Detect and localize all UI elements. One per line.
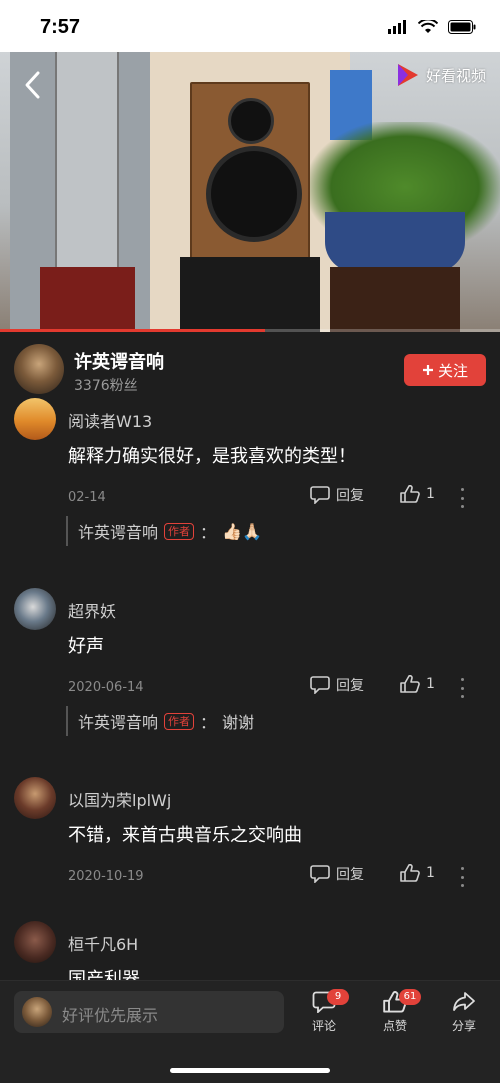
plus-icon [422, 365, 433, 375]
like-count: 1 [426, 865, 435, 881]
author-reply-name: 许英谔音响 [78, 523, 159, 542]
comments-button[interactable]: 9 评论 [294, 989, 354, 1034]
comment-date: 02-14 [68, 490, 106, 505]
commenter-avatar[interactable] [14, 588, 56, 630]
speaker-stand-image [180, 257, 320, 332]
author-reply-colon: ： [200, 523, 217, 542]
commenter-avatar[interactable] [14, 777, 56, 819]
wifi-icon [418, 20, 438, 33]
commenter-name[interactable]: 超界妖 [68, 598, 116, 622]
share-arrow-icon [453, 992, 475, 1011]
follow-label: 关注 [437, 361, 468, 380]
thumbs-up-icon [400, 485, 420, 503]
brand-name: 好看视频 [425, 66, 486, 85]
commenter-avatar[interactable] [14, 921, 56, 963]
author-badge: 作者 [164, 712, 195, 730]
status-icons [388, 20, 476, 34]
share-label: 分享 [451, 1019, 476, 1033]
comment-text: 解释力确实很好，是我喜欢的类型！ [68, 446, 356, 467]
comment-bubble-icon [310, 486, 330, 504]
reply-button[interactable]: 回复 [310, 864, 364, 884]
user-avatar [22, 997, 52, 1027]
speaker-image [190, 82, 310, 262]
like-button[interactable]: 1 [400, 485, 435, 503]
commenter-name[interactable]: 桓千凡6H [68, 931, 138, 955]
like-button[interactable]: 1 [400, 864, 435, 882]
comment-text: 好声 [68, 636, 104, 657]
comment-date: 2020-06-14 [68, 680, 144, 695]
like-video-button[interactable]: 61 点赞 [365, 989, 425, 1034]
reply-label: 回复 [336, 867, 364, 883]
author-reply-name: 许英谔音响 [78, 713, 159, 732]
thumbs-up-icon [400, 675, 420, 693]
author-reply-text: 👍🏻🙏🏻 [222, 521, 262, 541]
comment-bubble-icon [310, 865, 330, 883]
like-count: 1 [426, 676, 435, 692]
comment-count-badge: 9 [327, 989, 349, 1005]
thumbs-up-icon [400, 864, 420, 882]
home-indicator [170, 1068, 330, 1073]
commenter-name[interactable]: 以国为荣lplWj [68, 787, 171, 811]
reply-button[interactable]: 回复 [310, 485, 364, 505]
signal-icon [388, 20, 406, 34]
like-count-badge: 61 [399, 989, 421, 1005]
author-avatar[interactable] [14, 344, 64, 394]
more-options-icon[interactable] [458, 488, 466, 508]
brand-logo: 好看视频 [394, 62, 486, 88]
like-count: 1 [426, 486, 435, 502]
comment-bubble-icon [310, 676, 330, 694]
author-reply[interactable]: 许英谔音响 作者 ： 谢谢 [66, 706, 254, 736]
author-reply[interactable]: 许英谔音响 作者 ： 👍🏻🙏🏻 [66, 516, 262, 546]
woofer-image [206, 146, 302, 242]
status-time: 7:57 [40, 16, 81, 38]
follow-button[interactable]: 关注 [404, 354, 486, 386]
back-arrow-icon[interactable] [22, 70, 42, 100]
amplifier-image [55, 52, 119, 302]
comment-text: 不错，来首古典音乐之交响曲 [68, 825, 302, 846]
author-header: 许英谔音响 3376粉丝 关注 [0, 332, 500, 402]
share-button[interactable]: 分享 [434, 991, 494, 1034]
more-options-icon[interactable] [458, 678, 466, 698]
author-name[interactable]: 许英谔音响 [74, 348, 164, 374]
cd-cover-image [40, 267, 135, 332]
like-button[interactable]: 1 [400, 675, 435, 693]
author-badge: 作者 [164, 522, 195, 540]
author-reply-colon: ： [200, 713, 217, 732]
plant-pot-image [325, 212, 465, 272]
side-table-image [330, 267, 460, 332]
battery-icon [448, 20, 476, 34]
comments-label: 评论 [311, 1019, 336, 1033]
commenter-name[interactable]: 阅读者W13 [68, 408, 152, 432]
commenter-avatar[interactable] [14, 398, 56, 440]
more-options-icon[interactable] [458, 867, 466, 887]
like-label: 点赞 [382, 1019, 407, 1033]
reply-button[interactable]: 回复 [310, 675, 364, 695]
fans-count: 3376粉丝 [74, 378, 138, 394]
video-player[interactable] [0, 52, 500, 332]
author-reply-text: 谢谢 [222, 713, 255, 732]
haokan-logo-icon [397, 64, 418, 86]
comment-input[interactable]: 好评优先展示 [14, 991, 284, 1033]
comment-date: 2020-10-19 [68, 869, 144, 884]
reply-label: 回复 [336, 678, 364, 694]
reply-label: 回复 [336, 488, 364, 504]
comment-input-placeholder: 好评优先展示 [62, 1006, 159, 1025]
tweeter-image [228, 98, 274, 144]
status-bar: 7:57 [0, 0, 500, 52]
